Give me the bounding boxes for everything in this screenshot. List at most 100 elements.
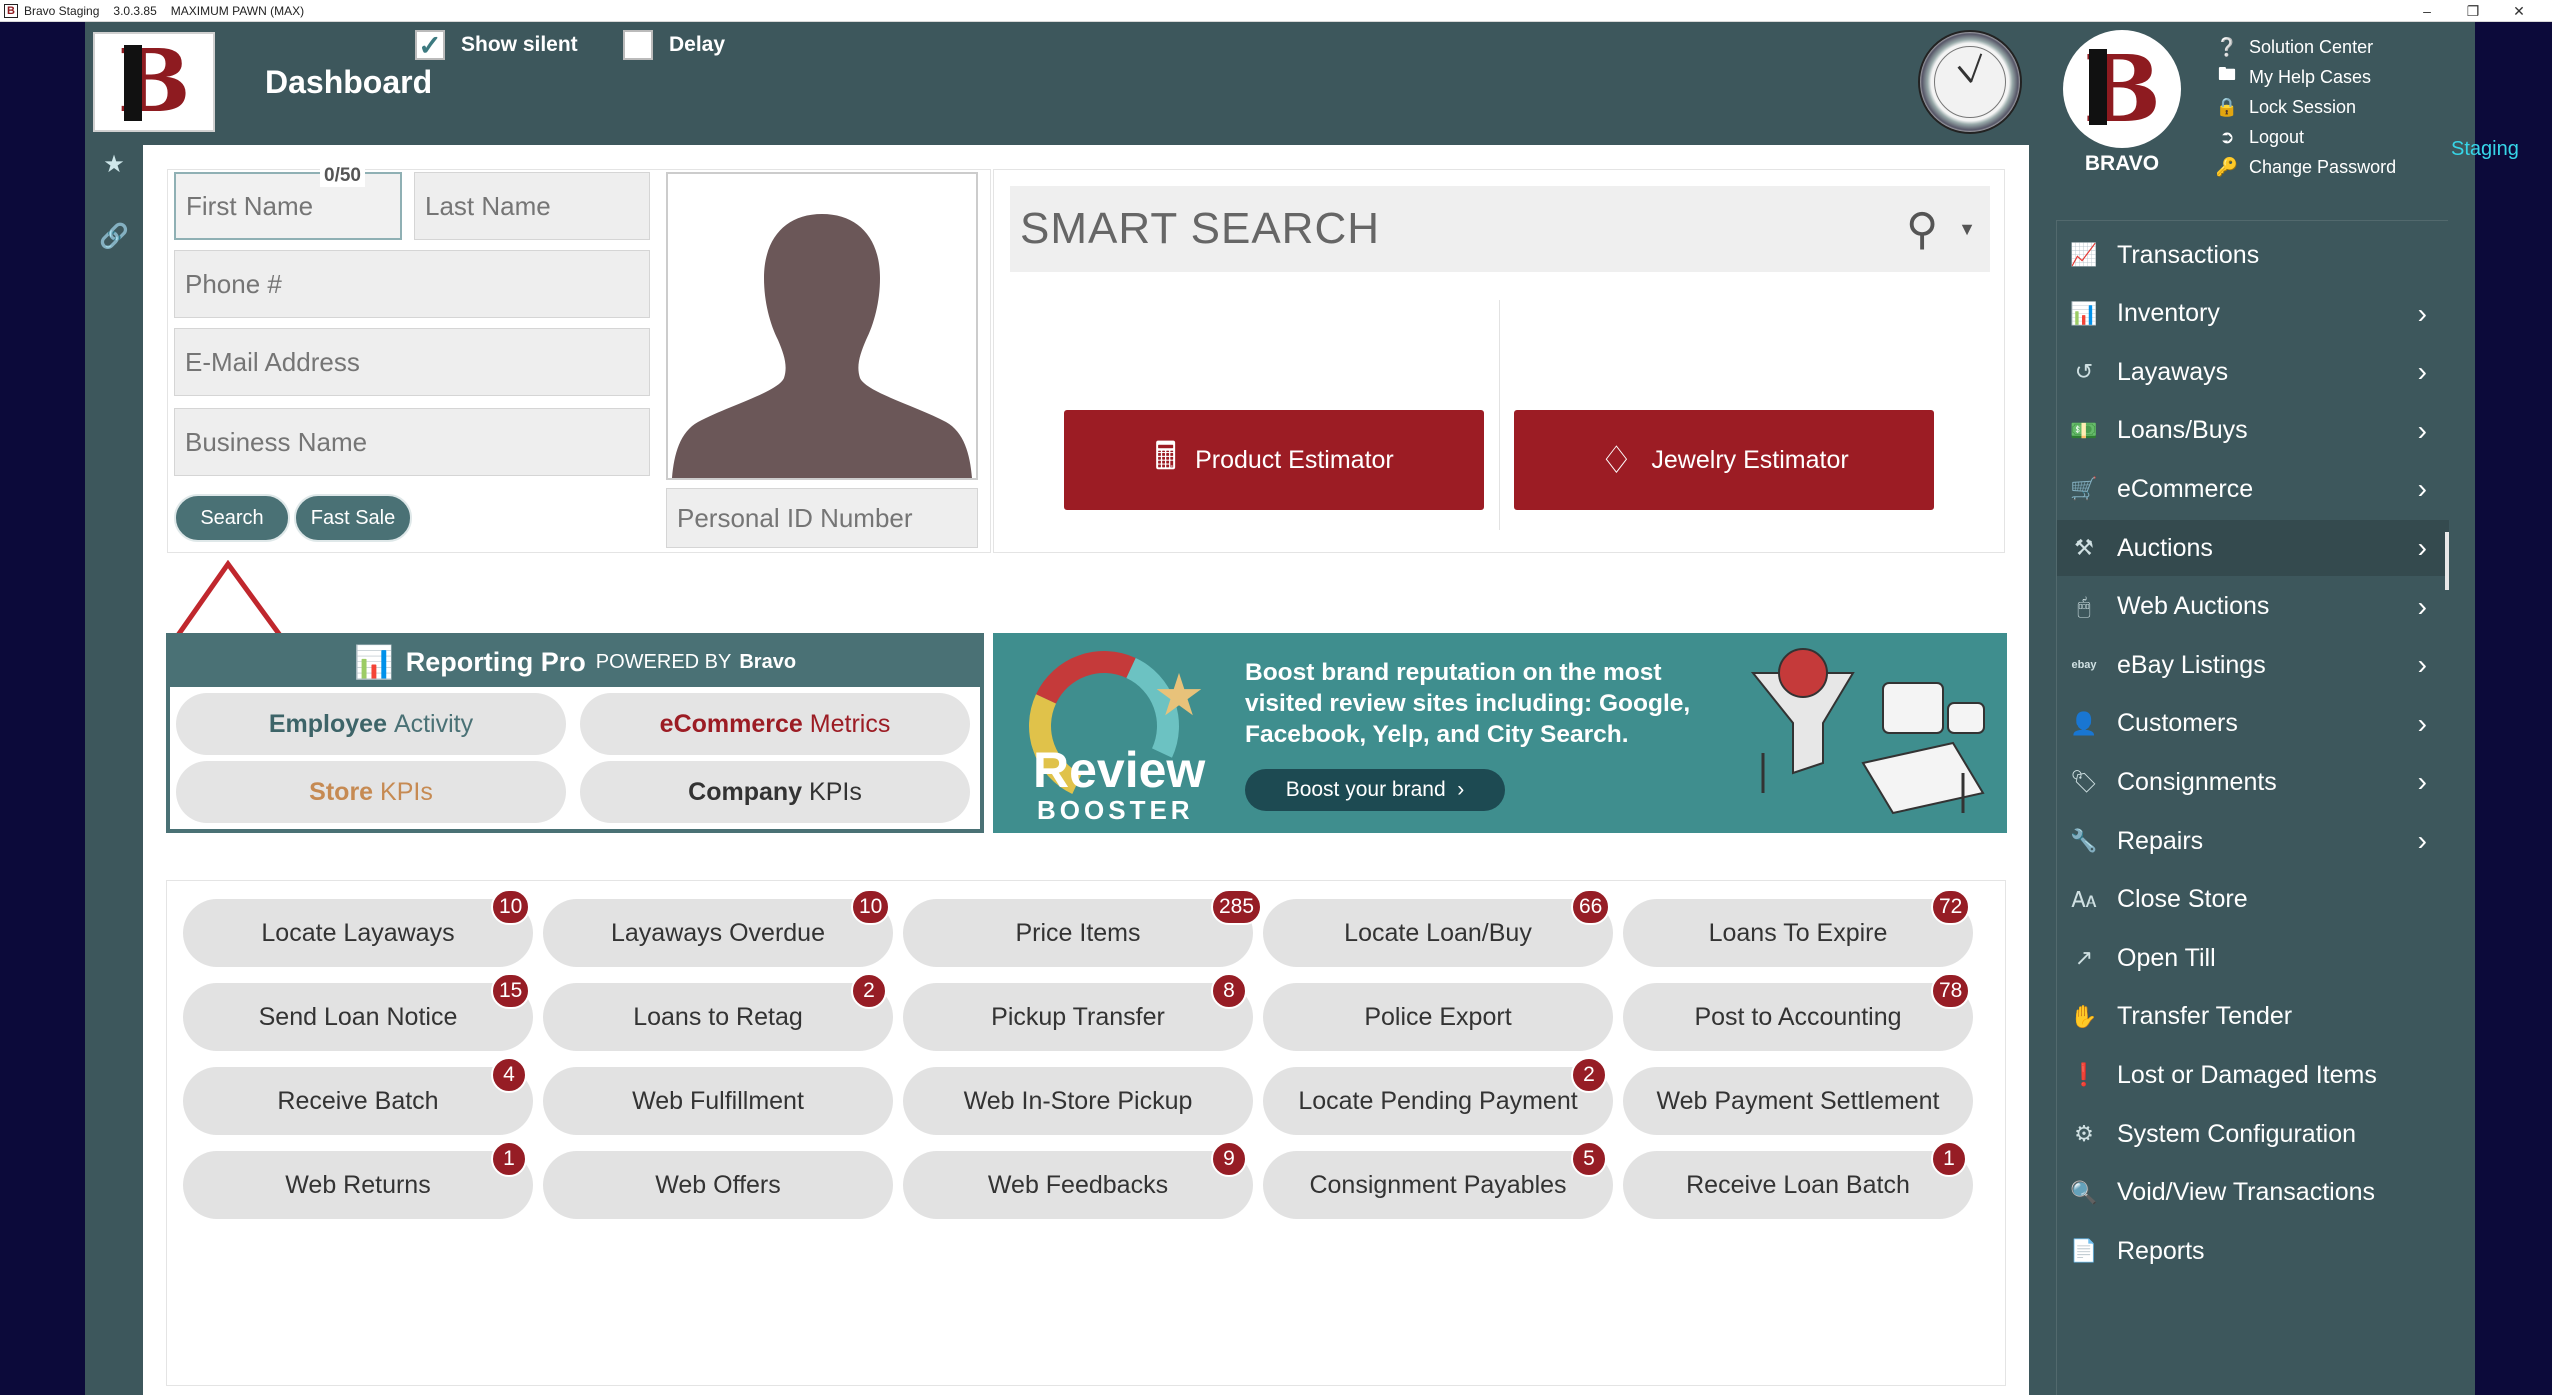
nav-item-customers[interactable]: 👤 Customers › [2057,696,2449,752]
nav-item-label: Consignments [2117,767,2277,796]
nav-item-label: System Configuration [2117,1119,2357,1148]
reporting-pro-body: Employee Activity eCommerce Metrics Stor… [170,687,980,829]
smart-search-input[interactable]: SMART SEARCH ⚲ ▼ [1010,186,1990,272]
quick-action-button[interactable]: Pickup Transfer [903,983,1253,1051]
quick-action-button[interactable]: Web Payment Settlement [1623,1067,1973,1135]
restore-icon[interactable]: ❐ [2450,0,2496,22]
link-icon[interactable]: 🔗 [85,222,143,251]
employee-activity-button[interactable]: Employee Activity [176,693,566,755]
checkmark-icon[interactable]: ✓ [415,30,445,61]
chart-icon: 📈 [2070,242,2098,267]
email-input[interactable] [174,328,650,396]
quick-action-button[interactable]: Web Returns [183,1151,533,1219]
quick-action-button[interactable]: Locate Layaways [183,899,533,967]
quick-action-button[interactable]: Police Export [1263,983,1613,1051]
quick-action-button[interactable]: Loans to Retag [543,983,893,1051]
nav-item-reports[interactable]: 📄 Reports [2057,1223,2449,1279]
nav-item-web-auctions[interactable]: 🖱 Web Auctions › [2057,579,2449,635]
nav-item-consignments[interactable]: 🏷 Consignments › [2057,754,2449,810]
quick-action-button[interactable]: Send Loan Notice [183,983,533,1051]
customer-photo[interactable] [666,172,978,480]
jewelry-estimator-button[interactable]: ♢ Jewelry Estimator [1514,410,1934,510]
nav-item-void-view-transactions[interactable]: 🔍 Void/View Transactions [2057,1165,2449,1221]
bravo-badge[interactable]: B [2063,30,2181,148]
show-silent-label: Show silent [461,33,578,56]
delay-checkbox[interactable]: Delay [623,30,725,60]
review-booster-banner[interactable]: ★ Review BOOSTER Boost brand reputation … [993,633,2007,833]
quick-action-label: Locate Loan/Buy [1344,918,1532,947]
first-name-input[interactable] [174,172,402,240]
quick-action-label: Price Items [1015,918,1141,947]
nav-item-repairs[interactable]: 🔧 Repairs › [2057,813,2449,869]
quick-action-button[interactable]: Post to Accounting [1623,983,1973,1051]
quick-action-button[interactable]: Receive Loan Batch [1623,1151,1973,1219]
business-name-input[interactable] [174,408,650,476]
nav-item-label: Open Till [2117,943,2216,972]
delay-checkbox-box[interactable] [623,30,653,60]
count-badge: 78 [1931,973,1971,1009]
boost-brand-button[interactable]: Boost your brand › [1245,769,1505,811]
diamond-icon: ♢ [1599,439,1634,482]
nav-item-transactions[interactable]: 📈 Transactions [2057,227,2449,283]
nav-item-label: Layaways [2117,357,2229,386]
quick-action-button[interactable]: Consignment Payables [1263,1151,1613,1219]
quick-action-button[interactable]: Web Feedbacks [903,1151,1253,1219]
jewelry-estimator-label: Jewelry Estimator [1651,445,1849,474]
nav-item-loans-buys[interactable]: 💵 Loans/Buys › [2057,403,2449,459]
powered-by-brand: Bravo [739,650,797,673]
search-icon[interactable]: ⚲ [1906,204,1938,255]
my-help-cases-link[interactable]: 🖿 My Help Cases [2215,62,2396,92]
nav-item-close-store[interactable]: 🗛 Close Store [2057,872,2449,928]
minimize-icon[interactable]: – [2404,0,2450,22]
solution-center-link[interactable]: ❔ Solution Center [2215,32,2396,62]
quick-action-label: Post to Accounting [1694,1002,1902,1031]
app-version: 3.0.3.85 [113,3,157,18]
quick-action-button[interactable]: Loans To Expire [1623,899,1973,967]
quick-action-button[interactable]: Web Offers [543,1151,893,1219]
bravo-logo[interactable]: B [93,32,215,132]
nav-item-layaways[interactable]: ↺ Layaways › [2057,344,2449,400]
quick-action-button[interactable]: Web Fulfillment [543,1067,893,1135]
nav-item-label: Close Store [2117,885,2248,914]
first-name-counter: 0/50 [320,165,365,187]
fast-sale-button[interactable]: Fast Sale [294,494,412,542]
last-name-input[interactable] [414,172,650,240]
close-icon[interactable]: ✕ [2496,0,2542,22]
reporting-pro-panel: 📊 Reporting Pro POWERED BY Bravo Employe… [166,633,984,833]
nav-item-ebay-listings[interactable]: ebay eBay Listings › [2057,637,2449,693]
quick-action-button[interactable]: Layaways Overdue [543,899,893,967]
cart-icon: 🛒 [2070,476,2098,502]
nav-item-ecommerce[interactable]: 🛒 eCommerce › [2057,461,2449,517]
logout-link[interactable]: ➲ Logout [2215,122,2396,152]
quick-action-button[interactable]: Receive Batch [183,1067,533,1135]
personal-id-input[interactable] [666,488,978,548]
nav-item-system-configuration[interactable]: ⚙ System Configuration [2057,1106,2449,1162]
nav-scrollbar[interactable] [2445,532,2449,590]
change-password-link[interactable]: 🔑 Change Password [2215,152,2396,182]
count-badge: 10 [491,889,531,925]
nav-item-lost-or-damaged-items[interactable]: ❗ Lost or Damaged Items [2057,1047,2449,1103]
store-kpis-button[interactable]: Store KPIs [176,761,566,823]
product-estimator-button[interactable]: 🖩 Product Estimator [1064,410,1484,510]
clock-icon[interactable] [1918,30,2022,134]
lock-session-link[interactable]: 🔒 Lock Session [2215,92,2396,122]
phone-input[interactable] [174,250,650,318]
nav-item-inventory[interactable]: 📊 Inventory › [2057,286,2449,342]
nav-item-auctions[interactable]: ⚒ Auctions › [2057,520,2449,576]
question-circle-icon: ❔ [2215,36,2239,57]
search-button[interactable]: Search [174,494,290,542]
nav-item-transfer-tender[interactable]: ✋ Transfer Tender [2057,989,2449,1045]
ecommerce-metrics-button[interactable]: eCommerce Metrics [580,693,970,755]
quick-action-button[interactable]: Price Items [903,899,1253,967]
nav-item-open-till[interactable]: ↗ Open Till [2057,930,2449,986]
favorites-star-icon[interactable]: ★ [85,150,143,179]
chevron-down-icon[interactable]: ▼ [1958,219,1976,240]
company-kpis-button[interactable]: Company KPIs [580,761,970,823]
quick-action-button[interactable]: Web In-Store Pickup [903,1067,1253,1135]
quick-action-button[interactable]: Locate Loan/Buy [1263,899,1613,967]
quick-action-button[interactable]: Locate Pending Payment [1263,1067,1613,1135]
quick-action-label: Loans to Retag [633,1002,803,1031]
show-silent-checkbox[interactable]: ✓ Show silent [415,30,578,61]
nav-item-label: Void/View Transactions [2117,1178,2376,1207]
logout-label: Logout [2249,126,2305,147]
